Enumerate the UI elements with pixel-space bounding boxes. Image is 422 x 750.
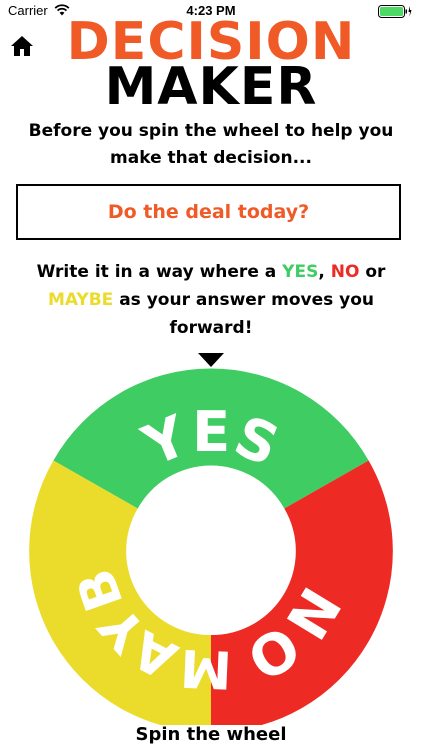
wheel-center — [127, 467, 295, 635]
pointer-triangle-icon — [198, 353, 224, 367]
intro-text: Before you spin the wheel to help you ma… — [28, 121, 394, 168]
instruction-sep1: , — [318, 262, 331, 282]
instruction-no: NO — [330, 262, 360, 282]
decision-input[interactable]: Do the deal today? — [16, 184, 401, 240]
instruction-part1: Write it in a way where a — [36, 262, 283, 282]
wheel-graphic[interactable]: YES NO MAYBE — [0, 298, 422, 733]
app-title-maker: MAKER — [104, 57, 318, 117]
instruction-text: Write it in a way where a YES, NO or MAY… — [18, 258, 404, 342]
decision-wheel[interactable]: YES NO MAYBE — [0, 298, 422, 733]
instruction-part3: as your answer moves you forward! — [113, 290, 375, 338]
instruction-maybe: MAYBE — [47, 290, 114, 310]
spin-the-wheel-button[interactable]: Spin the wheel — [0, 724, 422, 745]
instruction-yes: YES — [282, 262, 319, 282]
instruction-part2: or — [359, 262, 386, 282]
decision-input-value: Do the deal today? — [107, 201, 310, 223]
